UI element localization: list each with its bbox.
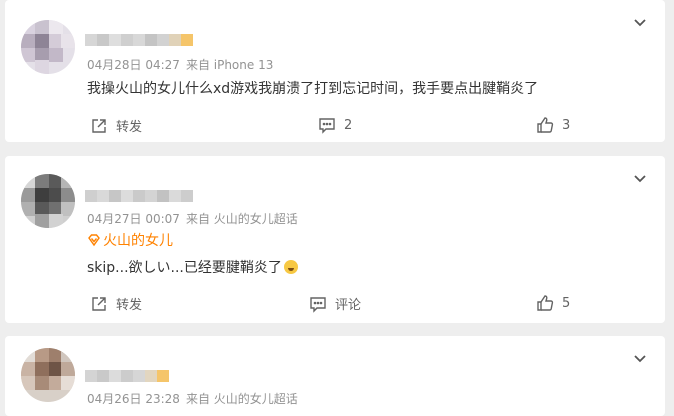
like-icon [537,295,554,311]
comment-source: 来自 火山的女儿超话 [185,212,298,226]
comment-icon [319,118,335,134]
avatar[interactable] [21,20,75,74]
comment-source: 来自 iPhone 13 [185,58,274,72]
comment-label: 评论 [335,298,362,313]
super-topic-name: 火山的女儿 [103,233,173,249]
comment-text-content: skip...欲しい...已经要腱鞘炎了 [87,260,282,276]
repost-button[interactable]: 转发 [90,294,142,313]
repost-icon [92,296,106,311]
chevron-down-icon[interactable] [633,18,647,28]
comment-text: 我操火山的女儿什么xd游戏我崩溃了打到忘记时间，我手要点出腱鞘炎了 [87,81,539,97]
comment-icon [310,296,326,313]
like-icon [537,117,554,133]
comment-date: 04月28日 04:27 [87,58,180,72]
repost-label: 转发 [116,120,143,135]
comment-button[interactable]: 评论 [309,294,361,313]
repost-label: 转发 [116,298,143,313]
avatar[interactable] [21,348,75,402]
comment-meta: 04月27日 00:07 来自 火山的女儿超话 [87,210,298,227]
like-count: 3 [562,117,571,133]
chevron-down-icon[interactable] [633,174,647,184]
username-pixelated[interactable] [85,188,193,204]
comment-meta: 04月28日 04:27 来自 iPhone 13 [87,56,273,73]
username-pixelated[interactable] [85,368,169,384]
repost-button[interactable]: 转发 [90,116,142,135]
comment-card: 04月28日 04:27 来自 iPhone 13 我操火山的女儿什么xd游戏我崩… [5,0,665,142]
comment-date: 04月27日 00:07 [87,212,180,226]
super-topic-badge[interactable]: 火山的女儿 [87,230,173,250]
comment-source: 来自 火山的女儿超话 [185,392,298,406]
super-topic-icon [88,234,100,247]
comment-card: 04月26日 23:28 来自 火山的女儿超话 [5,336,665,416]
like-button[interactable]: 3 [536,116,570,134]
avatar[interactable] [21,174,75,228]
comment-count: 2 [344,117,353,133]
chevron-down-icon[interactable] [633,354,647,364]
comment-meta: 04月26日 23:28 来自 火山的女儿超话 [87,390,298,407]
comment-button[interactable]: 2 [318,116,352,134]
comment-text: skip...欲しい...已经要腱鞘炎了 [87,257,298,277]
crying-emoji-icon [283,260,298,274]
repost-icon [92,118,106,133]
comment-card: 04月27日 00:07 来自 火山的女儿超话 火山的女儿 skip...欲しい.… [5,156,665,323]
username-pixelated[interactable] [85,32,193,48]
comment-date: 04月26日 23:28 [87,392,180,406]
like-count: 5 [562,295,571,311]
like-button[interactable]: 5 [536,294,570,312]
